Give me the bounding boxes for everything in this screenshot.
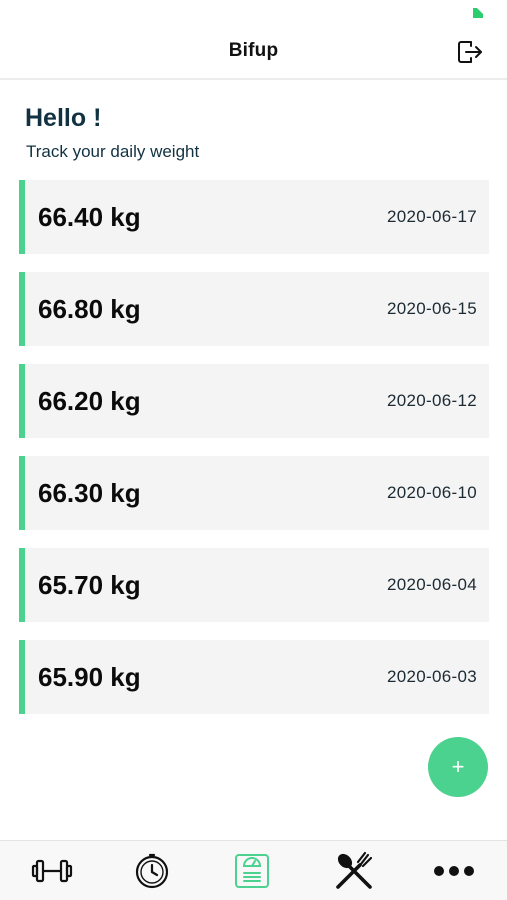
- tab-workouts[interactable]: [20, 841, 84, 900]
- weight-entry[interactable]: 65.90 kg 2020-06-03: [19, 640, 489, 714]
- entry-date: 2020-06-04: [387, 575, 477, 594]
- weight-entry[interactable]: 66.40 kg 2020-06-17: [19, 180, 489, 254]
- entry-weight: 66.40 kg: [38, 201, 141, 232]
- dumbbell-icon: [31, 859, 73, 883]
- tab-weight[interactable]: [220, 841, 284, 900]
- logout-icon: [458, 41, 482, 63]
- more-icon: [434, 866, 474, 876]
- entry-date: 2020-06-03: [387, 667, 477, 686]
- tab-nutrition[interactable]: [322, 841, 386, 900]
- logout-button[interactable]: [453, 36, 485, 68]
- app-header: Bifup: [0, 24, 507, 80]
- entry-weight: 66.20 kg: [38, 385, 141, 416]
- scale-icon: [235, 854, 269, 888]
- entry-date: 2020-06-15: [387, 299, 477, 318]
- weight-entry[interactable]: 66.30 kg 2020-06-10: [19, 456, 489, 530]
- fork-spoon-icon: [336, 851, 373, 889]
- weight-entry[interactable]: 66.80 kg 2020-06-15: [19, 272, 489, 346]
- subtitle-text: Track your daily weight: [26, 142, 200, 161]
- greeting-heading: Hello !: [25, 104, 102, 132]
- app-screen: Bifup Hello ! Track your daily weight 66…: [0, 0, 507, 900]
- bottom-tab-bar: [0, 840, 507, 900]
- tab-more[interactable]: [422, 841, 486, 900]
- tab-timer[interactable]: [120, 841, 184, 900]
- status-bar: [0, 0, 507, 24]
- stopwatch-icon: [135, 853, 169, 889]
- plus-icon: +: [451, 754, 465, 779]
- entry-weight: 65.70 kg: [38, 569, 141, 600]
- entry-date: 2020-06-17: [387, 207, 477, 226]
- add-weight-button[interactable]: +: [428, 737, 488, 797]
- weight-entry-list: 66.40 kg 2020-06-17 66.80 kg 2020-06-15 …: [19, 180, 489, 732]
- battery-icon: [473, 8, 483, 18]
- entry-weight: 66.80 kg: [38, 293, 141, 324]
- weight-entry[interactable]: 65.70 kg 2020-06-04: [19, 548, 489, 622]
- app-title: Bifup: [228, 40, 279, 61]
- entry-date: 2020-06-12: [387, 391, 477, 410]
- entry-weight: 66.30 kg: [38, 477, 141, 508]
- entry-weight: 65.90 kg: [38, 661, 141, 692]
- weight-entry[interactable]: 66.20 kg 2020-06-12: [19, 364, 489, 438]
- entry-date: 2020-06-10: [387, 483, 477, 502]
